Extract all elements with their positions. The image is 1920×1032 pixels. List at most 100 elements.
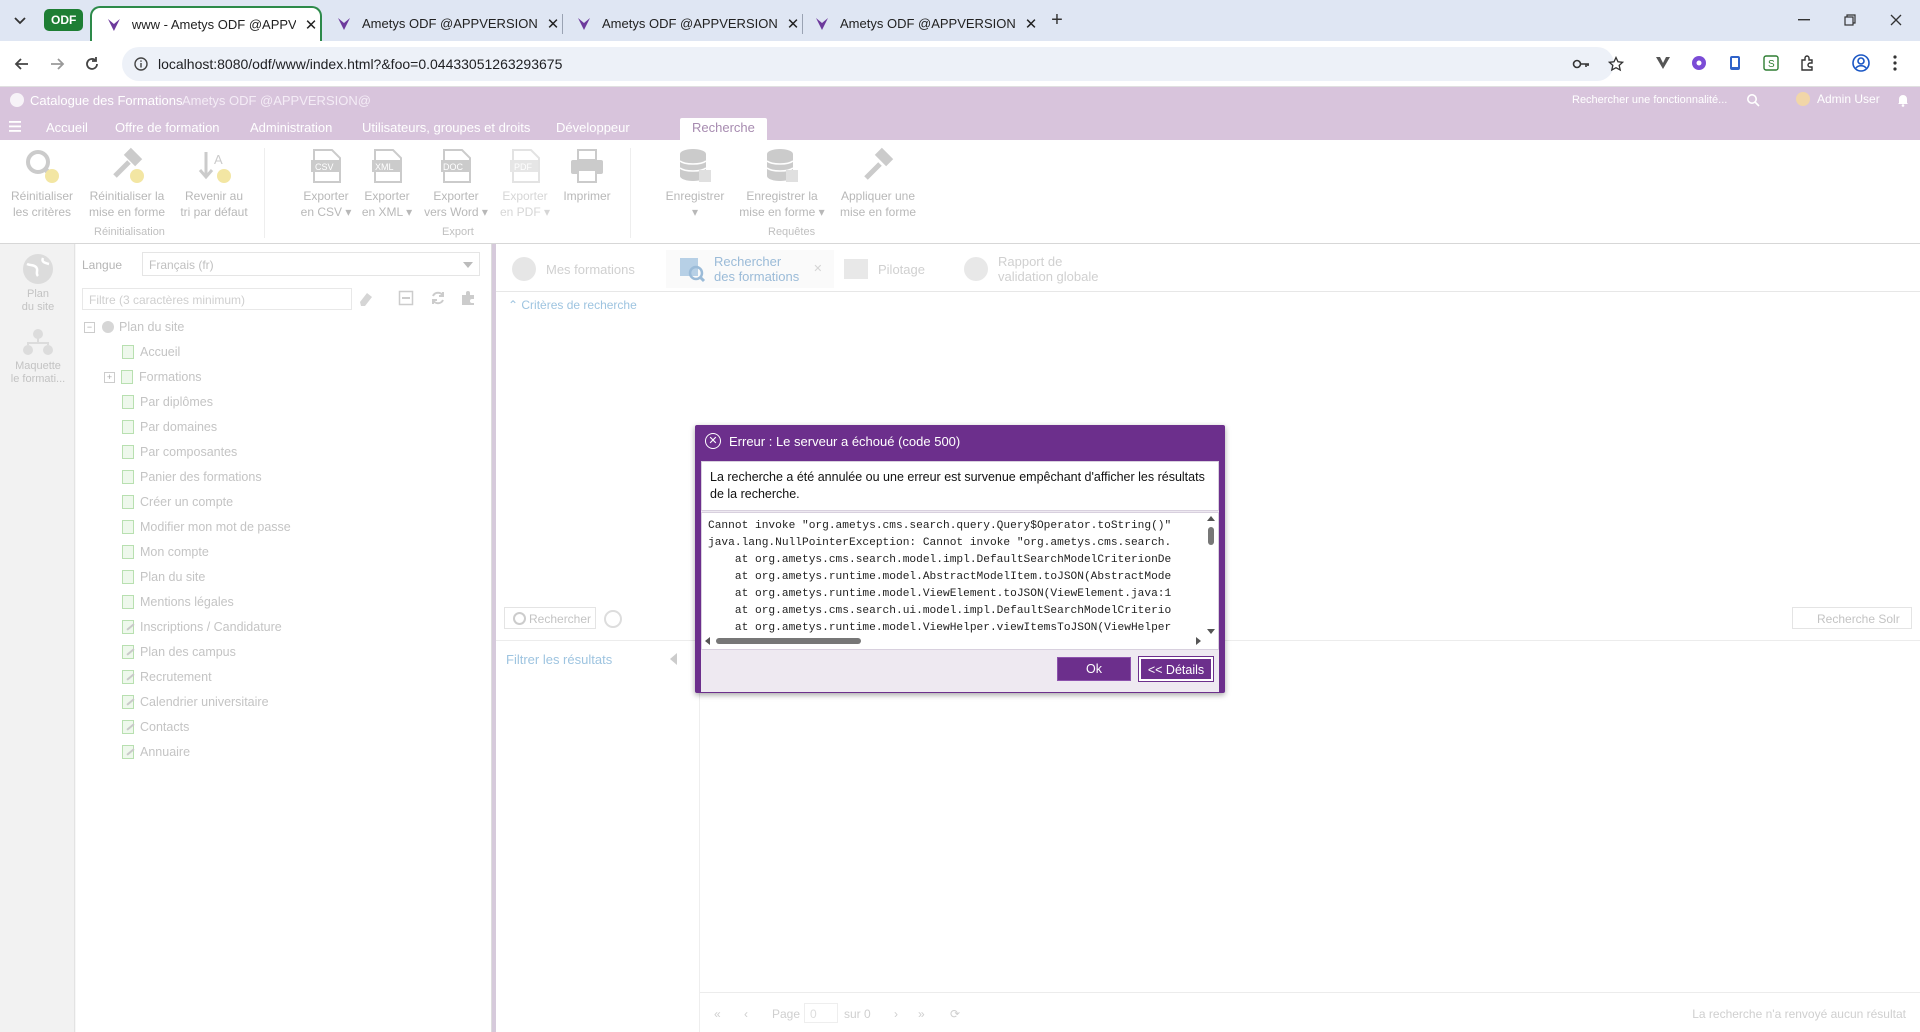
- reset-criteria-button[interactable]: Réinitialiser les critères: [4, 146, 80, 220]
- tree-node[interactable]: Modifier mon mot de passe: [122, 520, 291, 534]
- reload-icon[interactable]: [80, 52, 104, 76]
- tool-tab-pilotage[interactable]: Pilotage: [842, 250, 925, 288]
- first-page-icon[interactable]: «: [714, 1007, 721, 1021]
- doc-file-icon: DOC: [441, 149, 471, 183]
- save-query-button[interactable]: Enregistrer ▾: [658, 146, 732, 220]
- profile-group-badge[interactable]: ODF: [44, 9, 84, 31]
- search-button[interactable]: Rechercher: [504, 607, 596, 629]
- tab-recherche[interactable]: Recherche: [680, 118, 767, 140]
- cancel-search-icon[interactable]: [604, 610, 622, 628]
- tree-node[interactable]: Recrutement: [122, 670, 212, 684]
- tree-node[interactable]: Plan du site: [122, 570, 205, 584]
- extension-flower-icon[interactable]: [1688, 52, 1710, 74]
- site-info-icon[interactable]: [134, 57, 148, 71]
- prev-page-icon[interactable]: ‹: [744, 1007, 748, 1021]
- forward-arrow-icon[interactable]: [45, 52, 69, 76]
- tree-node[interactable]: Créer un compte: [122, 495, 233, 509]
- tree-filter-input[interactable]: Filtre (3 caractères minimum): [82, 288, 352, 310]
- last-page-icon[interactable]: »: [918, 1007, 925, 1021]
- tab-utilisateurs[interactable]: Utilisateurs, groupes et droits: [362, 120, 530, 135]
- minimize-icon[interactable]: [1792, 8, 1816, 32]
- collapse-filter-icon[interactable]: [670, 653, 677, 665]
- close-tab-icon[interactable]: ✕: [544, 15, 562, 33]
- search-icon[interactable]: [1746, 93, 1760, 107]
- refresh-icon[interactable]: [430, 290, 446, 306]
- browser-tab[interactable]: Ametys ODF @APPVERSION@ ✕: [562, 6, 802, 41]
- notification-bell-icon[interactable]: [1896, 93, 1910, 107]
- user-menu[interactable]: Admin User: [1796, 92, 1880, 106]
- dock-maquette[interactable]: Maquette le formati...: [4, 328, 72, 386]
- close-tab-icon[interactable]: ✕: [813, 262, 822, 277]
- error-message: La recherche a été annulée ou une erreur…: [701, 461, 1219, 511]
- address-bar[interactable]: localhost:8080/odf/www/index.html?&foo=0…: [122, 47, 1624, 81]
- tab-offre-de-formation[interactable]: Offre de formation: [115, 120, 220, 135]
- tab-administration[interactable]: Administration: [250, 120, 332, 135]
- tree-node[interactable]: Calendrier universitaire: [122, 695, 269, 709]
- tree-node[interactable]: Mon compte: [122, 545, 209, 559]
- extensions-puzzle-icon[interactable]: [1796, 52, 1818, 74]
- vpn-extension-icon[interactable]: [1652, 52, 1674, 74]
- url-text[interactable]: localhost:8080/odf/www/index.html?&foo=0…: [158, 56, 562, 72]
- browser-menu-icon[interactable]: [1884, 52, 1906, 74]
- solr-search-button[interactable]: Recherche Solr: [1792, 607, 1912, 629]
- restore-icon[interactable]: [1838, 8, 1862, 32]
- save-formatting-button[interactable]: Enregistrer la mise en forme ▾: [734, 146, 830, 220]
- next-page-icon[interactable]: ›: [894, 1007, 898, 1021]
- search-criteria-toggle[interactable]: ⌃ Critères de recherche: [508, 298, 637, 312]
- tool-tab-mes-formations[interactable]: Mes formations: [510, 250, 635, 288]
- eraser-icon[interactable]: [358, 290, 374, 306]
- tab-search-chevron-icon[interactable]: [9, 10, 31, 32]
- tree-node[interactable]: Inscriptions / Candidature: [122, 620, 282, 634]
- tree-node[interactable]: Mentions légales: [122, 595, 234, 609]
- reset-formatting-button[interactable]: Réinitialiser la mise en forme: [84, 146, 170, 220]
- results-pager: « ‹ Page 0 sur 0 › » ⟳ La recherche n'a …: [700, 992, 1920, 1032]
- apply-formatting-button[interactable]: Appliquer une mise en forme: [832, 146, 924, 220]
- tree-node[interactable]: Par diplômes: [122, 395, 213, 409]
- tree-node[interactable]: Contacts: [122, 720, 189, 734]
- details-button[interactable]: << Détails: [1138, 656, 1214, 682]
- export-word-button[interactable]: DOC Exporter vers Word ▾: [420, 146, 492, 220]
- export-pdf-button[interactable]: PDF Exporter en PDF ▾: [494, 146, 556, 220]
- extension-s-icon[interactable]: S: [1760, 52, 1782, 74]
- close-tab-icon[interactable]: ✕: [302, 16, 320, 34]
- collapse-all-icon[interactable]: [398, 290, 414, 306]
- dock-site-map[interactable]: Plan du site: [4, 252, 72, 314]
- bookmark-star-icon[interactable]: [1608, 56, 1624, 72]
- new-tab-button[interactable]: +: [1046, 10, 1068, 32]
- tree-node[interactable]: Accueil: [122, 345, 180, 359]
- tree-node[interactable]: Par composantes: [122, 445, 237, 459]
- tree-node[interactable]: + Formations: [104, 370, 202, 384]
- feature-search-input[interactable]: Rechercher une fonctionnalité...: [1572, 94, 1727, 106]
- tree-node[interactable]: Panier des formations: [122, 470, 262, 484]
- back-arrow-icon[interactable]: [10, 52, 34, 76]
- vertical-scrollbar[interactable]: [1206, 515, 1216, 635]
- stacktrace-area[interactable]: Cannot invoke "org.ametys.cms.search.que…: [701, 512, 1219, 650]
- default-sort-button[interactable]: A Revenir au tri par défaut: [174, 146, 254, 220]
- plugin-icon[interactable]: [460, 290, 476, 306]
- tree-node[interactable]: Annuaire: [122, 745, 190, 759]
- tab-developpeur[interactable]: Développeur: [556, 120, 630, 135]
- tree-node-root[interactable]: − Plan du site: [84, 320, 184, 334]
- browser-tab[interactable]: Ametys ODF @APPVERSION@ ✕: [322, 6, 562, 41]
- refresh-results-icon[interactable]: ⟳: [950, 1007, 960, 1021]
- close-window-icon[interactable]: [1884, 8, 1908, 32]
- key-icon[interactable]: [1572, 56, 1590, 72]
- hamburger-menu-icon[interactable]: [9, 121, 21, 132]
- tool-tab-rechercher[interactable]: Rechercher des formations ✕: [666, 250, 835, 288]
- tab-accueil[interactable]: Accueil: [46, 120, 88, 135]
- profile-icon[interactable]: [1850, 52, 1872, 74]
- tree-node[interactable]: Par domaines: [122, 420, 217, 434]
- ok-button[interactable]: Ok: [1057, 657, 1131, 681]
- tool-tab-rapport[interactable]: Rapport de validation globale: [962, 250, 1098, 288]
- print-button[interactable]: Imprimer: [556, 146, 618, 204]
- tree-node[interactable]: Plan des campus: [122, 645, 236, 659]
- export-xml-button[interactable]: XML Exporter en XML ▾: [358, 146, 416, 220]
- browser-tab[interactable]: Ametys ODF @APPVERSION@ ✕: [800, 6, 1040, 41]
- extension-phone-icon[interactable]: [1724, 52, 1746, 74]
- horizontal-scrollbar[interactable]: [704, 635, 1204, 647]
- close-tab-icon[interactable]: ✕: [1022, 15, 1040, 33]
- browser-tab-active[interactable]: www - Ametys ODF @APPVERSI ✕: [90, 6, 322, 41]
- export-csv-button[interactable]: CSV Exporter en CSV ▾: [296, 146, 356, 220]
- page-input[interactable]: 0: [804, 1003, 838, 1023]
- language-select[interactable]: Français (fr): [142, 252, 480, 276]
